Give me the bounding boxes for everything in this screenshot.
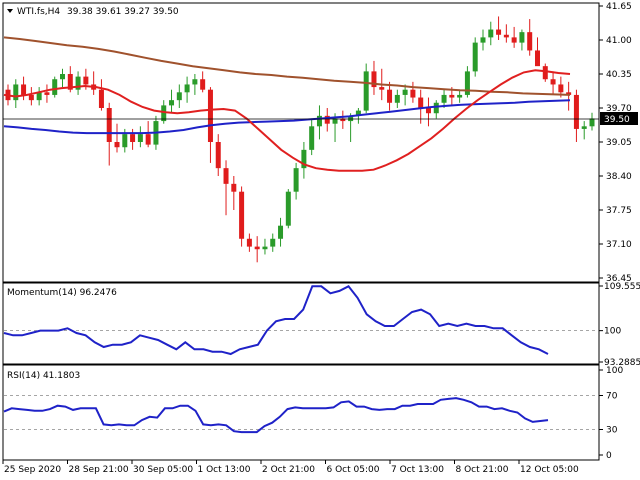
candle-body <box>441 94 447 103</box>
candle-body <box>285 191 291 226</box>
candle-body <box>21 84 27 95</box>
rsi-axis-label: 0 <box>606 451 612 461</box>
time-axis-label: 12 Oct 05:00 <box>520 465 579 475</box>
candle-body <box>130 134 136 142</box>
momentum-axis-label: 100 <box>604 327 621 337</box>
candle-body <box>589 118 595 127</box>
candle-body <box>192 79 198 85</box>
candle-body <box>488 29 494 38</box>
time-axis-label: 8 Oct 21:00 <box>456 465 509 475</box>
rsi-axis-label: 30 <box>606 426 618 436</box>
candle-body <box>145 134 151 145</box>
candle-body <box>379 87 385 90</box>
time-axis-label: 30 Sep 05:00 <box>133 465 193 475</box>
candle-body <box>270 238 276 247</box>
candle-body <box>402 89 408 95</box>
candle-body <box>246 238 252 247</box>
candle-body <box>231 183 237 192</box>
candle-body <box>215 142 221 169</box>
candle-body <box>44 92 50 95</box>
price-axis-label: 37.10 <box>606 240 632 250</box>
candle-body <box>472 42 478 72</box>
price-axis-label: 41.65 <box>606 2 632 12</box>
time-axis-label: 6 Oct 05:00 <box>327 465 380 475</box>
candle-body <box>114 142 120 148</box>
price-axis-label: 41.00 <box>606 36 632 46</box>
candle-body <box>550 79 556 85</box>
candle-body <box>519 32 525 43</box>
time-axis-label: 2 Oct 21:00 <box>262 465 315 475</box>
candle-body <box>83 76 89 85</box>
time-axis-label: 25 Sep 2020 <box>4 465 61 475</box>
candle-body <box>511 37 517 43</box>
rsi-title: RSI(14) 41.1803 <box>7 371 80 381</box>
candle-body <box>239 191 245 239</box>
candle-body <box>496 29 502 35</box>
chart-canvas: 41.6541.0040.3539.7039.0538.4037.7537.10… <box>2 2 640 475</box>
candle-body <box>316 115 322 127</box>
rsi-axis-label: 100 <box>606 366 623 376</box>
candle-body <box>433 102 439 114</box>
candle-body <box>176 92 182 101</box>
candle-body <box>542 66 548 80</box>
candle-body <box>106 108 112 142</box>
candle-body <box>418 97 424 108</box>
candle-body <box>60 74 66 80</box>
main-panel-frame <box>2 2 600 283</box>
candle-body <box>534 50 540 67</box>
candle-body <box>425 108 431 114</box>
candle-body <box>254 246 260 250</box>
candle-body <box>207 89 213 142</box>
price-axis-label: 37.75 <box>606 206 632 216</box>
rsi-panel-frame <box>2 364 600 461</box>
candle-body <box>278 225 284 239</box>
candle-body <box>293 168 299 192</box>
time-axis-label: 1 Oct 13:00 <box>198 465 251 475</box>
candle-body <box>169 100 175 106</box>
rsi-axis-label: 70 <box>606 392 618 402</box>
ohlc-label: 39.38 39.61 39.27 39.50 <box>67 7 179 17</box>
candle-body <box>394 94 400 103</box>
candle-body <box>410 89 416 98</box>
candle-body <box>457 94 463 98</box>
candle-body <box>28 94 34 101</box>
candle-body <box>309 126 315 150</box>
candle-body <box>200 79 206 90</box>
candle-body <box>98 89 104 108</box>
candle-body <box>581 126 587 129</box>
candle-body <box>480 37 486 43</box>
candle-body <box>13 84 19 101</box>
candle-body <box>137 134 143 142</box>
candle-body <box>449 94 455 98</box>
time-axis-label: 28 Sep 21:00 <box>69 465 129 475</box>
current-price-label: 39.50 <box>604 115 630 125</box>
symbol-label: WTI.fs,H4 <box>17 7 60 17</box>
candle-body <box>527 32 533 51</box>
candle-body <box>184 84 190 93</box>
candle-body <box>503 34 509 38</box>
candle-body <box>558 84 564 93</box>
candle-body <box>363 71 369 111</box>
momentum-title: Momentum(14) 96.2476 <box>7 288 117 298</box>
candle-body <box>52 79 58 95</box>
price-axis-label: 38.40 <box>606 172 632 182</box>
candle-body <box>387 89 393 103</box>
time-axis-label: 7 Oct 13:00 <box>391 465 444 475</box>
candle-body <box>223 168 229 184</box>
price-axis-label: 40.35 <box>606 70 632 80</box>
momentum-axis-label: 109.5558 <box>604 282 640 292</box>
candle-body <box>122 134 128 148</box>
candle-body <box>573 94 579 129</box>
candle-body <box>262 246 268 250</box>
price-axis-label: 39.05 <box>606 138 632 148</box>
